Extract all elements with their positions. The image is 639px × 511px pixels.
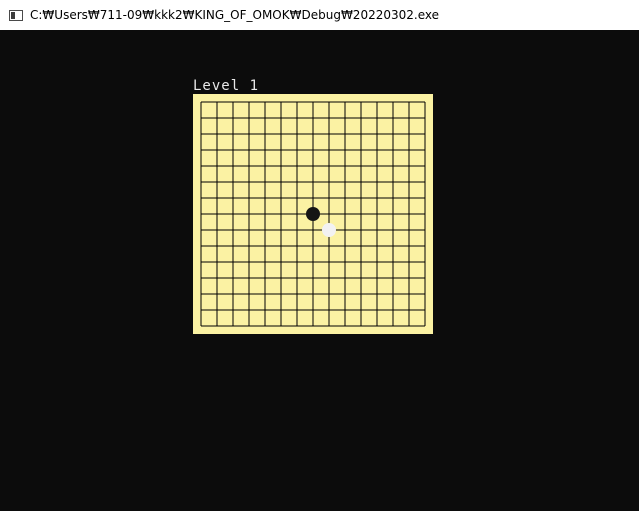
console-app-icon [9,9,23,21]
level-label: Level 1 [193,78,260,94]
board-canvas[interactable] [193,94,433,334]
console-window: C:₩Users₩711-09₩kkk2₩KING_OF_OMOK₩Debug₩… [0,0,639,511]
omok-board[interactable] [193,94,433,334]
console-area[interactable]: Level 1 [0,30,639,511]
black-stone [306,207,320,221]
window-title: C:₩Users₩711-09₩kkk2₩KING_OF_OMOK₩Debug₩… [30,8,439,22]
title-bar[interactable]: C:₩Users₩711-09₩kkk2₩KING_OF_OMOK₩Debug₩… [0,0,639,30]
white-stone [322,223,336,237]
